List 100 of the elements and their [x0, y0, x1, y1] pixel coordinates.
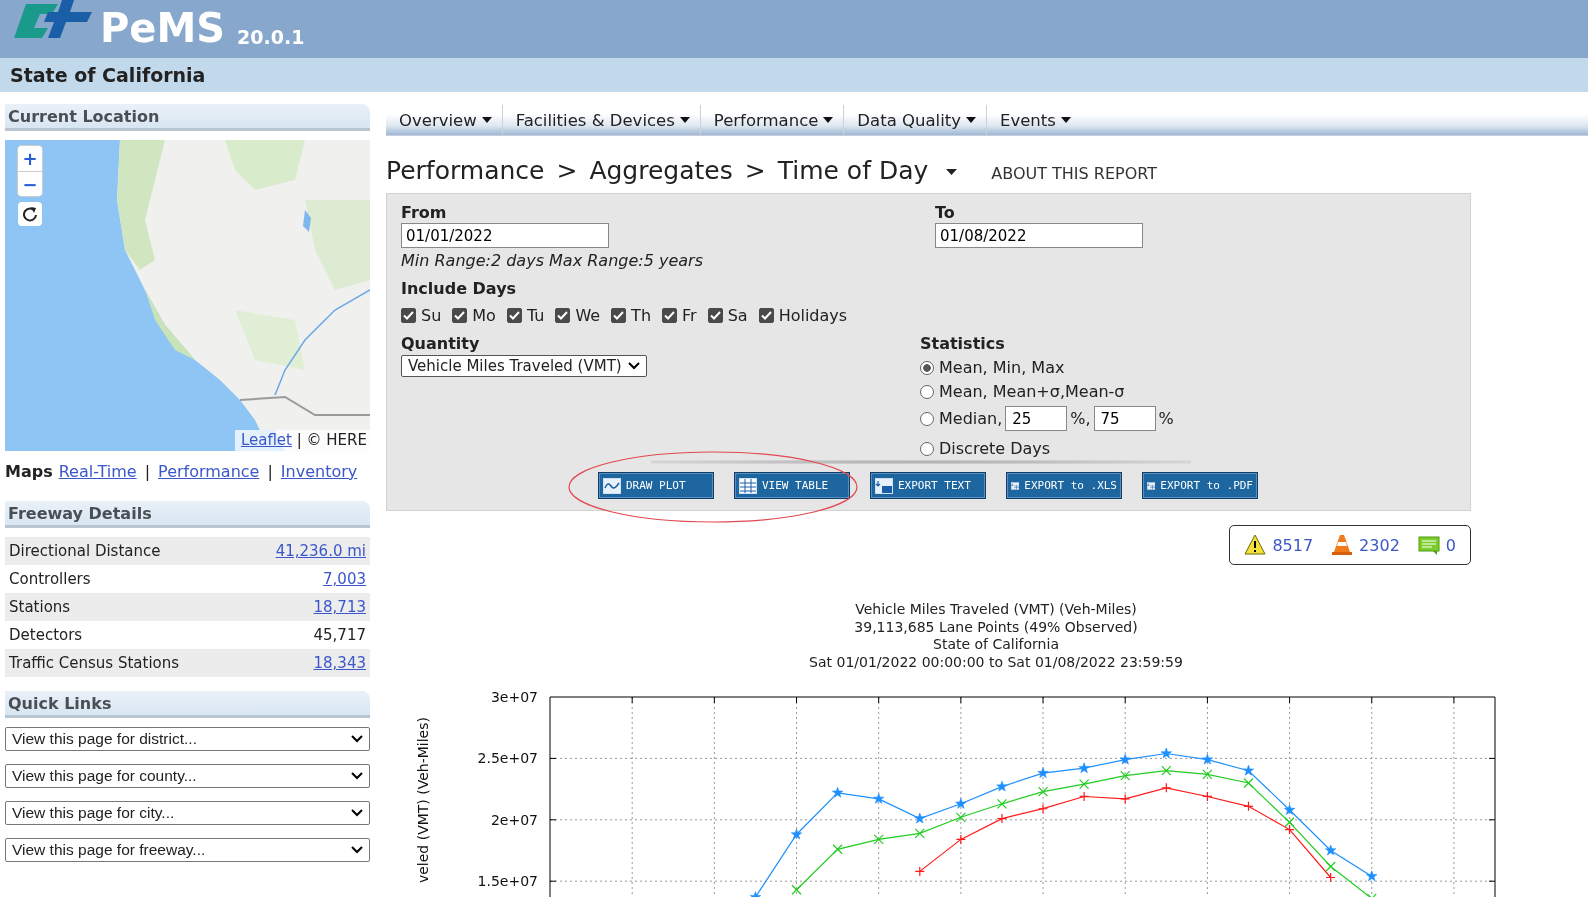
day-checkbox[interactable]: [662, 308, 678, 323]
data-point: [1242, 764, 1254, 776]
percent-label: %,: [1070, 409, 1091, 428]
percentile-field[interactable]: 75: [1093, 406, 1156, 431]
check-icon: [508, 311, 520, 320]
y-tick-label: 1.5e+07: [477, 873, 538, 890]
action-button[interactable]: EXPORT to .PDF: [1142, 472, 1258, 499]
day-checkbox[interactable]: [506, 308, 522, 323]
caret-icon: [679, 117, 690, 123]
detail-value-link[interactable]: 41,236.0 mi: [275, 542, 366, 560]
nav-menu[interactable]: Data Quality: [844, 105, 987, 135]
count-link[interactable]: 8517: [1272, 535, 1314, 555]
detail-value: 45,717: [313, 626, 366, 644]
from-date-field[interactable]: 01/01/2022: [401, 223, 609, 248]
statistic-radio[interactable]: [920, 441, 934, 456]
statistic-radio[interactable]: [920, 360, 934, 375]
warning-icon: [1244, 534, 1267, 556]
data-point: [791, 828, 803, 840]
pipe-text: |: [144, 462, 151, 481]
map-link[interactable]: Inventory: [280, 462, 358, 481]
to-date-field[interactable]: 01/08/2022: [935, 223, 1143, 248]
data-point: [1284, 804, 1296, 815]
chevron-icon: [351, 772, 363, 780]
action-button[interactable]: DRAW PLOT: [598, 472, 714, 499]
day-checkbox[interactable]: [611, 308, 627, 323]
detail-value-link[interactable]: 18,343: [313, 654, 366, 672]
statistic-radio[interactable]: [920, 384, 934, 399]
action-button[interactable]: EXPORT TEXT: [870, 472, 986, 499]
data-point: [1284, 817, 1295, 828]
chart-title: 39,113,685 Lane Points (49% Observed): [854, 618, 1138, 636]
detail-label: Directional Distance: [9, 542, 162, 560]
chart-title: Sat 01/01/2022 00:00:00 to Sat 01/08/2022 23:59:59: [809, 653, 1183, 671]
reset-view-button[interactable]: [18, 202, 42, 226]
detail-label: Controllers: [9, 570, 92, 588]
check-icon: [557, 311, 569, 320]
day-label: Fr: [682, 306, 697, 325]
chevron-icon: [351, 735, 363, 743]
table-icon: [739, 477, 757, 494]
nav-menu[interactable]: Facilities & Devices: [502, 105, 701, 135]
data-point: [914, 866, 925, 877]
reset-icon: [22, 206, 38, 222]
day-checkbox[interactable]: [452, 308, 468, 323]
leaflet-link[interactable]: Leaflet: [240, 431, 292, 449]
data-point: [1037, 767, 1049, 778]
day-checkbox[interactable]: [707, 308, 723, 323]
statistic-radio[interactable]: [920, 411, 934, 426]
detail-value-link[interactable]: 7,003: [323, 570, 366, 588]
day-checkbox[interactable]: [555, 308, 571, 323]
panel-title: Freeway Details: [8, 503, 152, 523]
data-point: [1243, 777, 1254, 789]
data-point: [955, 812, 966, 823]
option-label: Mean, Min, Max: [939, 358, 1065, 377]
zoom-out-button[interactable]: −: [18, 171, 42, 196]
breadcrumb-item[interactable]: Performance: [386, 156, 545, 185]
nav-menu[interactable]: Events: [986, 105, 1081, 135]
quantity-dropdown[interactable]: Vehicle Miles Traveled (VMT): [401, 355, 647, 377]
day-label: Holidays: [778, 306, 848, 325]
caret-icon: [823, 117, 834, 123]
data-point: [1037, 803, 1049, 814]
export-icon: [875, 477, 893, 494]
action-button[interactable]: EXPORT to .XLS: [1006, 472, 1122, 499]
check-icon: [613, 311, 625, 320]
quick-link-dropdown[interactable]: View this page for city...: [5, 801, 370, 825]
day-checkbox[interactable]: [758, 308, 774, 323]
quick-link-dropdown[interactable]: View this page for freeway...: [5, 838, 370, 862]
detail-value-link[interactable]: 18,713: [313, 598, 366, 616]
field-label: Quantity: [401, 335, 481, 353]
map-link[interactable]: Real-Time: [58, 462, 137, 481]
chevron-icon: [351, 809, 363, 817]
action-button[interactable]: VIEW TABLE: [734, 472, 850, 499]
data-point: [1160, 747, 1172, 759]
map-link[interactable]: Performance: [158, 462, 260, 481]
quick-link-dropdown[interactable]: View this page for district...: [5, 727, 370, 751]
y-tick-label: 3e+07: [490, 689, 538, 705]
day-checkbox[interactable]: [401, 308, 416, 323]
check-icon: [709, 311, 721, 320]
breadcrumb-item[interactable]: Aggregates: [589, 156, 733, 185]
detail-label: Detectors: [9, 626, 84, 644]
breadcrumb-item: Time of Day: [777, 156, 929, 185]
traffic-cone-icon: [1331, 534, 1354, 556]
range-note: Min Range:2 days Max Range:5 years: [401, 251, 704, 270]
quick-link-dropdown[interactable]: View this page for county...: [5, 764, 370, 788]
count-link[interactable]: 2302: [1359, 535, 1400, 555]
y-axis-label: veled (VMT) (Veh-Miles): [415, 717, 431, 884]
caret-icon: [481, 117, 492, 123]
day-label: Sa: [727, 306, 748, 325]
nav-menu[interactable]: Performance: [700, 105, 845, 135]
breadcrumb-separator: >: [556, 156, 578, 185]
maps-label: Maps: [5, 462, 53, 481]
data-point: [1119, 753, 1131, 765]
about-report-link[interactable]: ABOUT THIS REPORT: [991, 164, 1157, 183]
data-point: [1325, 861, 1336, 872]
data-point: [749, 891, 761, 897]
nav-menu[interactable]: Overview: [386, 105, 503, 135]
data-point: [1243, 801, 1254, 812]
data-point: [1325, 844, 1337, 856]
count-link[interactable]: 0: [1445, 535, 1456, 555]
pipe-text: |: [267, 462, 273, 481]
percentile-field[interactable]: 25: [1005, 406, 1068, 431]
data-point: [1037, 786, 1049, 797]
